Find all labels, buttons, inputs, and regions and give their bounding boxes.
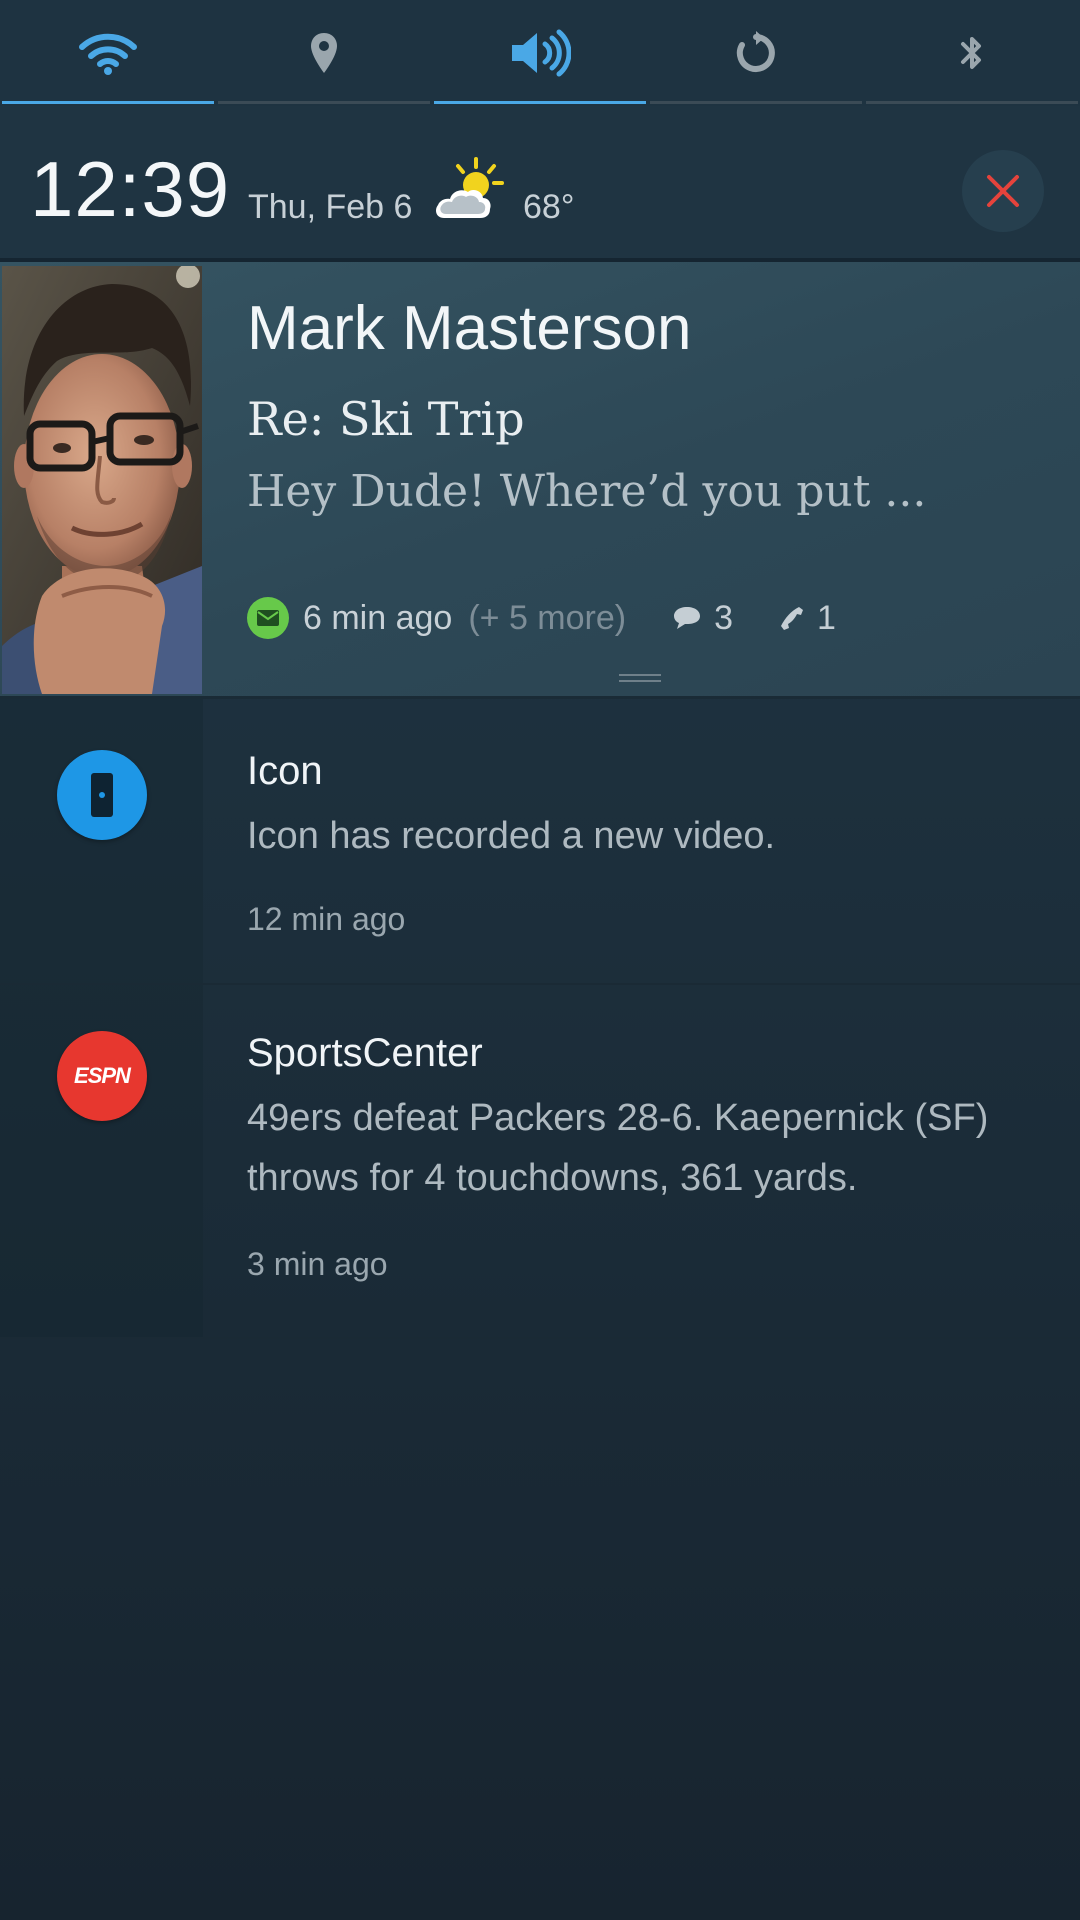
notification-sportscenter[interactable]: ESPN SportsCenter 49ers defeat Packers 2…	[0, 985, 1080, 1339]
rotation-toggle[interactable]	[648, 0, 864, 106]
expand-handle[interactable]	[619, 674, 661, 683]
notification-icon-app[interactable]: Icon Icon has recorded a new video. 12 m…	[0, 699, 1080, 985]
phone-icon	[781, 607, 804, 630]
bluetooth-toggle-indicator	[866, 101, 1078, 104]
dismiss-all-button[interactable]	[962, 150, 1044, 232]
close-icon	[987, 175, 1019, 207]
wifi-toggle-indicator	[2, 101, 214, 104]
location-toggle[interactable]	[216, 0, 432, 106]
avatar	[2, 266, 202, 694]
temperature: 68°	[523, 188, 575, 226]
notification-time: 3 min ago	[247, 1246, 388, 1282]
location-pin-icon	[311, 33, 337, 73]
date: Thu, Feb 6	[248, 188, 413, 226]
messages-count: 3	[714, 598, 734, 637]
notification-body: 49ers defeat Packers 28-6. Kaepernick (S…	[247, 1097, 989, 1199]
clock: 12:39	[30, 145, 231, 233]
email-preview: Hey Dude! Where’d you put ...	[247, 466, 927, 517]
wifi-icon	[79, 33, 137, 75]
sound-toggle[interactable]	[432, 0, 648, 106]
sound-toggle-indicator	[434, 101, 646, 104]
bluetooth-toggle[interactable]	[864, 0, 1080, 106]
location-toggle-indicator	[218, 101, 430, 104]
app-name: SportsCenter	[247, 1031, 483, 1075]
chat-bubble-icon	[674, 607, 701, 629]
rotate-icon	[736, 31, 775, 72]
messages-stat: 3	[672, 599, 733, 638]
espn-logo-text: ESPN	[74, 1063, 131, 1088]
notification-body: Icon has recorded a new video.	[247, 815, 776, 857]
notification-time: 12 min ago	[247, 901, 406, 937]
partly-cloudy-icon	[436, 157, 504, 218]
notification-meta: 6 min ago (+ 5 more) 3 1	[247, 596, 836, 640]
expanded-notification[interactable]: Mark Masterson Re: Ski Trip Hey Dude! Wh…	[0, 262, 1080, 699]
quick-settings-bar	[0, 0, 1080, 106]
volume-icon	[512, 29, 571, 77]
calls-stat: 1	[779, 599, 836, 638]
icon-app-icon	[57, 750, 147, 840]
more-count[interactable]: (+ 5 more)	[468, 599, 626, 638]
notification-time: 6 min ago	[303, 598, 453, 637]
espn-icon: ESPN	[57, 1031, 147, 1121]
email-subject: Re: Ski Trip	[247, 392, 525, 446]
app-name: Icon	[247, 749, 323, 793]
mail-icon	[247, 597, 289, 639]
rotation-toggle-indicator	[650, 101, 862, 104]
notification-header: 12:39 Thu, Feb 6 68°	[0, 106, 1080, 262]
sender-name: Mark Masterson	[247, 294, 692, 363]
bluetooth-icon	[961, 37, 981, 69]
wifi-toggle[interactable]	[0, 0, 216, 106]
calls-count: 1	[817, 598, 836, 637]
